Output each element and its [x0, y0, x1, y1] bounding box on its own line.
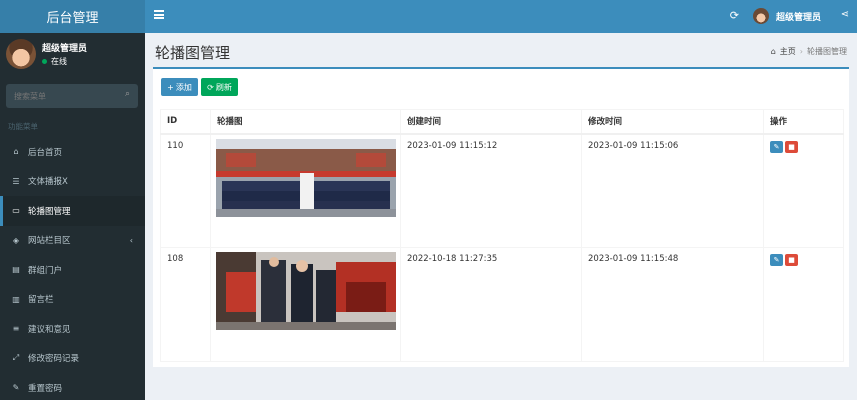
- carousel-image[interactable]: [216, 138, 396, 217]
- app-logo[interactable]: 后台管理: [0, 0, 145, 33]
- sidebar-item-portal[interactable]: ▤ 群组门户: [0, 255, 145, 285]
- row-id: 108: [160, 247, 211, 362]
- sidebar-menu: ⌂ 后台首页 ☰ 文体播报X ▭ 轮播图管理 ◈ 网站栏目区 ‹ ▤ 群组门户 ▥ 留言栏 ≡…: [0, 137, 145, 400]
- search-icon[interactable]: ⌕: [125, 89, 130, 99]
- home-icon: ⌂: [770, 47, 776, 56]
- table-header-row: ID 轮播图 创建时间 修改时间 操作: [160, 109, 844, 135]
- trash-icon: ■: [788, 256, 795, 264]
- top-navbar: ⟳ 超级管理员 ⋖: [145, 0, 857, 33]
- carousel-image-cell: [210, 133, 401, 248]
- pencil-icon: ✎: [773, 142, 780, 151]
- user-menu[interactable]: 超级管理员: [776, 10, 821, 23]
- grid-icon: ▤: [12, 265, 20, 275]
- column-header-actions: 操作: [763, 109, 844, 135]
- column-header-modified: 修改时间: [581, 109, 764, 135]
- row-actions: ✎ ■: [763, 247, 844, 362]
- user-avatar: [6, 39, 36, 69]
- row-modified: 2023-01-09 11:15:48: [581, 247, 764, 362]
- table-row: 108 2022-10-18 11:27:35 2023-01-09 11:15…: [160, 247, 844, 362]
- trash-icon: ■: [788, 142, 795, 151]
- carousel-image-cell: [210, 247, 401, 362]
- search-input[interactable]: [14, 89, 114, 103]
- refresh-button[interactable]: ⟳ 刷新: [201, 78, 238, 96]
- column-header-id: ID: [160, 109, 211, 135]
- table-row: 110 2023-01-09 11:15:12 2023-01-09 11:15…: [160, 133, 844, 248]
- breadcrumb-current: 轮播图管理: [807, 47, 847, 56]
- image-icon: ▭: [12, 206, 20, 216]
- row-created: 2023-01-09 11:15:12: [400, 133, 582, 248]
- carousel-table: ID 轮播图 创建时间 修改时间 操作 110 2023-01-09 11:15…: [160, 109, 844, 362]
- online-dot-icon: [42, 59, 47, 64]
- delete-button[interactable]: ■: [785, 140, 798, 153]
- book-icon: ▥: [12, 294, 20, 304]
- edit-button[interactable]: ✎: [770, 140, 783, 153]
- cube-icon: ◈: [12, 235, 20, 245]
- breadcrumb: ⌂ 主页 › 轮播图管理: [771, 46, 847, 57]
- link-icon: ⤢: [12, 353, 20, 363]
- user-status: 在线: [42, 56, 67, 67]
- refresh-icon[interactable]: ⟳: [730, 9, 739, 22]
- row-id: 110: [160, 133, 211, 248]
- delete-button[interactable]: ■: [785, 254, 798, 266]
- row-modified: 2023-01-09 11:15:06: [581, 133, 764, 248]
- breadcrumb-separator: ›: [799, 47, 803, 56]
- list-icon: ≡: [12, 324, 20, 334]
- edit-icon: ✎: [12, 383, 20, 393]
- refresh-icon: ⟳: [207, 82, 214, 92]
- menu-header: 功能菜单: [8, 122, 38, 131]
- row-created: 2022-10-18 11:27:35: [400, 247, 582, 362]
- avatar[interactable]: [753, 8, 769, 24]
- breadcrumb-home[interactable]: 主页: [780, 46, 796, 57]
- sidebar-item-columns[interactable]: ◈ 网站栏目区 ‹: [0, 226, 145, 256]
- sidebar-item-password-log[interactable]: ⤢ 修改密码记录: [0, 344, 145, 374]
- home-icon: ⌂: [13, 147, 19, 157]
- add-button[interactable]: + 添加: [161, 78, 198, 96]
- row-actions: ✎ ■: [763, 133, 844, 248]
- sidebar-item-suggestions[interactable]: ≡ 建议和意见: [0, 314, 145, 344]
- app-title: 后台管理: [46, 11, 99, 26]
- pencil-icon: ✎: [773, 256, 780, 264]
- sidebar-item-guestbook[interactable]: ▥ 留言栏: [0, 285, 145, 315]
- user-name: 超级管理员: [42, 44, 88, 54]
- sidebar-item-carousel[interactable]: ▭ 轮播图管理: [0, 196, 145, 226]
- sidebar-search: ⌕: [6, 84, 138, 108]
- column-header-image: 轮播图: [210, 109, 401, 135]
- chevron-left-icon: ‹: [129, 235, 133, 245]
- column-header-created: 创建时间: [400, 109, 582, 135]
- sidebar-toggle-icon[interactable]: [154, 10, 164, 19]
- sidebar: 超级管理员 在线 ⌕ 功能菜单 ⌂后台首页 ☰文体播报X ▭轮播图管理 ◈网站栏…: [0, 33, 145, 400]
- edit-button[interactable]: ✎: [770, 254, 783, 266]
- sidebar-item-sports[interactable]: ☰ 文体播报X: [0, 167, 145, 197]
- page-title: 轮播图管理: [155, 44, 231, 62]
- carousel-image[interactable]: [216, 252, 396, 330]
- sidebar-item-reset-password[interactable]: ✎ 重置密码: [0, 373, 145, 400]
- share-icon[interactable]: ⋖: [841, 9, 849, 20]
- sidebar-item-home[interactable]: ⌂ 后台首页: [0, 137, 145, 167]
- plus-icon: +: [167, 82, 174, 92]
- list-icon: ☰: [12, 176, 20, 186]
- carousel-panel: + 添加 ⟳ 刷新 ID 轮播图 创建时间 修改时间 操作 110 2023-0…: [153, 67, 849, 367]
